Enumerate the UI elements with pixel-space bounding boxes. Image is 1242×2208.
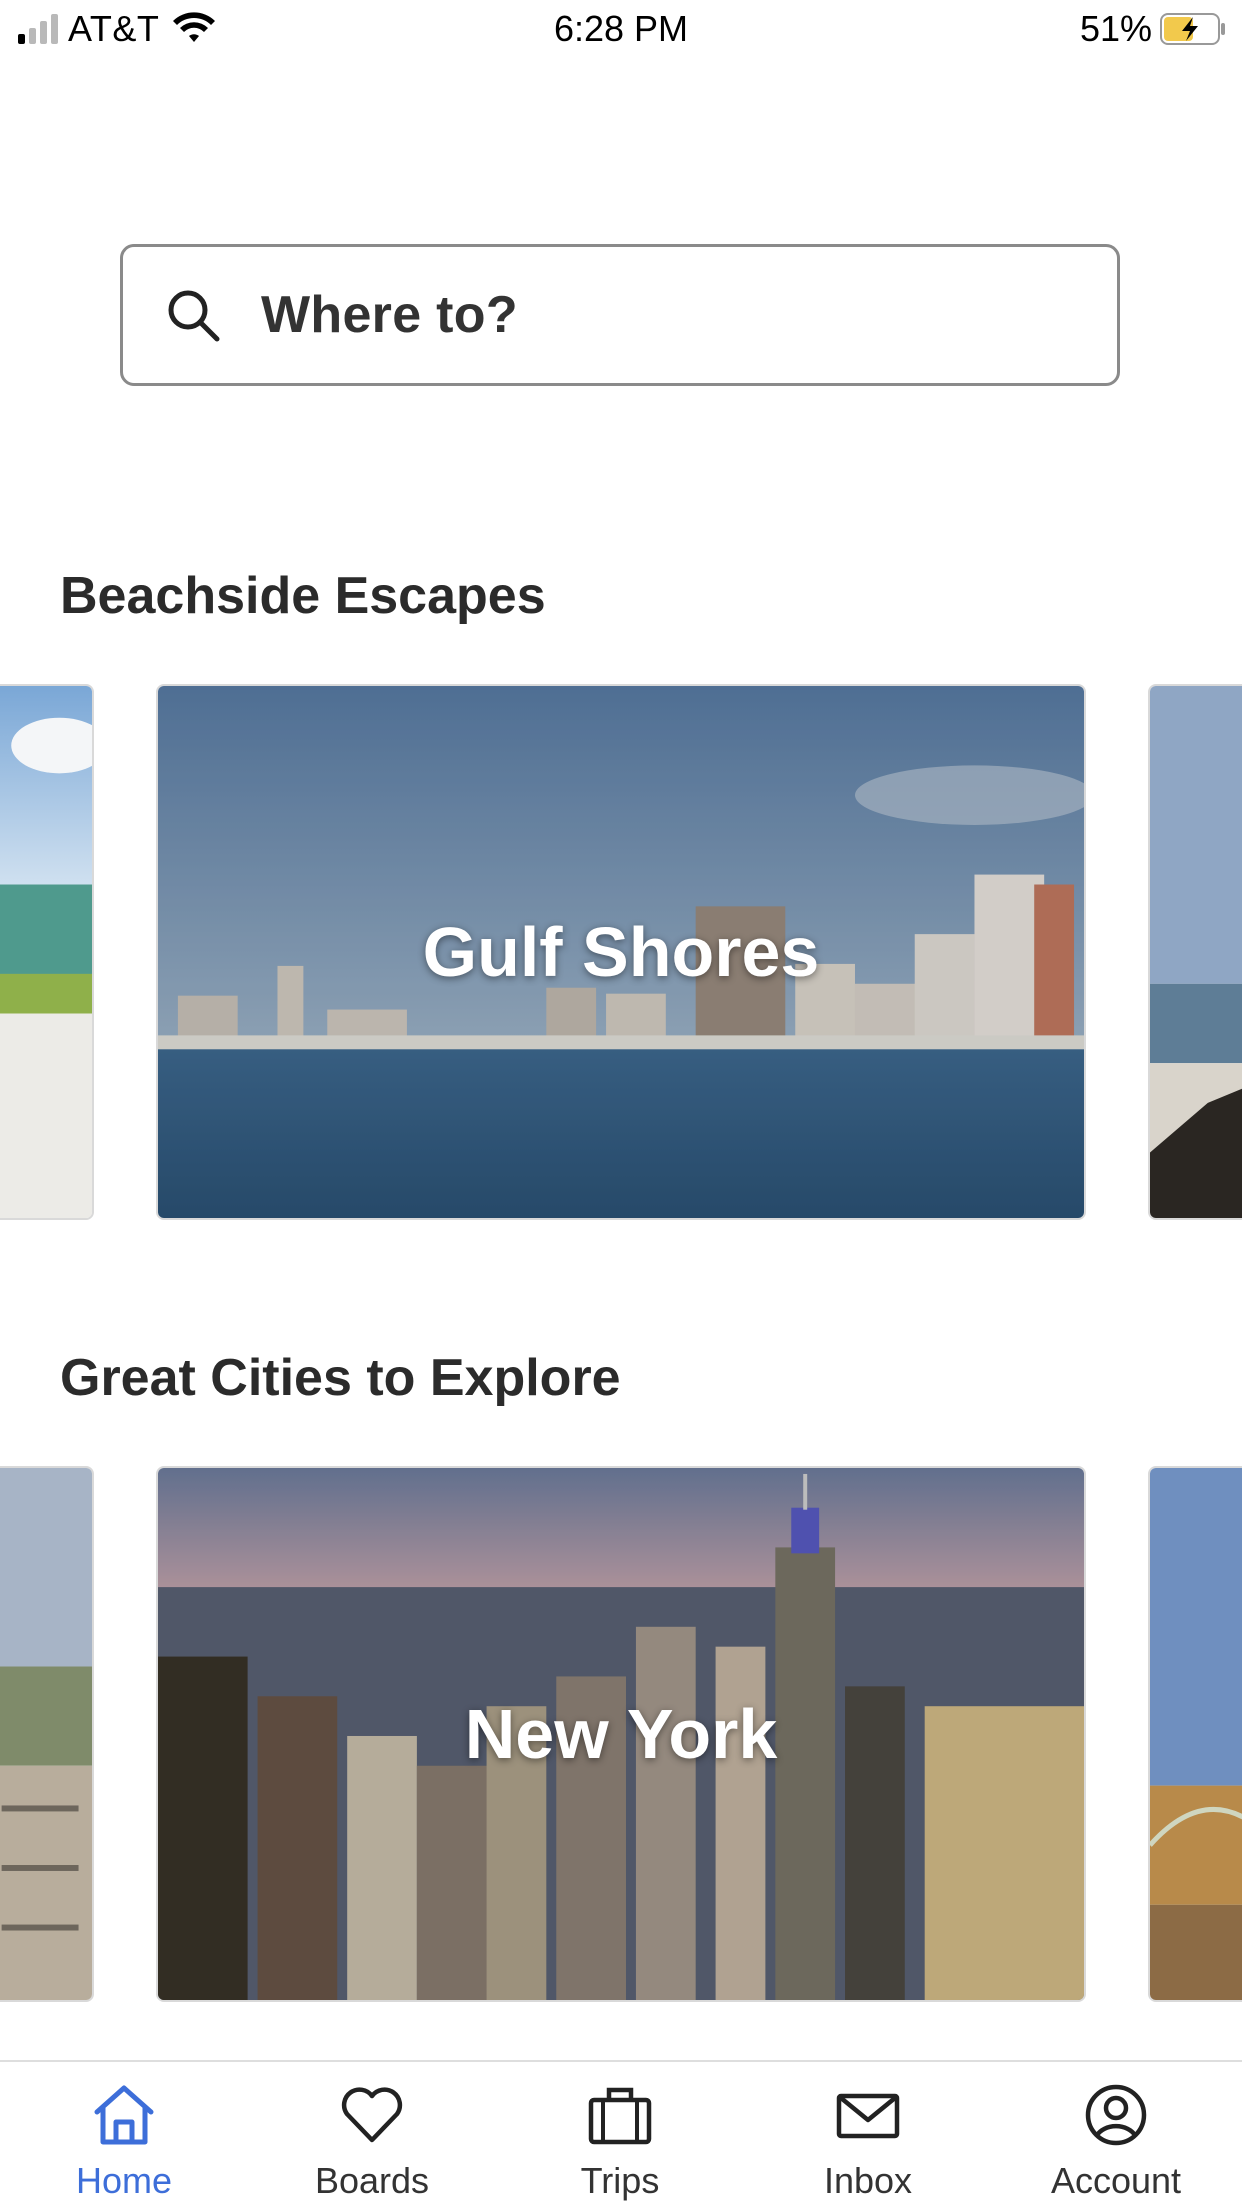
heart-icon	[341, 2087, 403, 2143]
search-input[interactable]: Where to?	[120, 244, 1120, 386]
bottom-tab-bar: Home Boards Trips Inbox Account	[0, 2060, 1242, 2208]
tab-trips[interactable]: Trips	[520, 2080, 720, 2202]
card-gulf-shores[interactable]: Gulf Shores	[156, 684, 1086, 1220]
battery-charging-icon	[1160, 13, 1225, 45]
tab-home[interactable]: Home	[24, 2080, 224, 2202]
card-beach-next[interactable]	[1148, 684, 1242, 1220]
home-icon	[94, 2085, 154, 2145]
card-new-york[interactable]: New York	[156, 1466, 1086, 2002]
beach-photo	[1150, 686, 1242, 1218]
tab-label-inbox: Inbox	[823, 2160, 913, 2201]
status-time: 6:28 PM	[553, 8, 689, 49]
search-icon	[168, 290, 220, 342]
beach-photo	[0, 686, 92, 1218]
app-screen: AT&T 6:28 PM 51% Where to? Beachside Esc…	[0, 0, 1242, 2208]
section-title-beachside: Beachside Escapes	[60, 567, 546, 625]
envelope-icon	[836, 2093, 900, 2139]
tab-label-home: Home	[75, 2160, 173, 2201]
section-title-cities: Great Cities to Explore	[60, 1349, 621, 1407]
status-right: 51%	[1080, 8, 1226, 50]
status-bar: AT&T 6:28 PM 51%	[0, 0, 1242, 60]
tab-label-account: Account	[1050, 2160, 1182, 2201]
search-placeholder: Where to?	[261, 286, 518, 344]
tab-inbox[interactable]: Inbox	[768, 2080, 968, 2202]
card-city-next[interactable]	[1148, 1466, 1242, 2002]
card-beach-prev[interactable]	[0, 684, 94, 1220]
battery-percent: 51%	[1079, 8, 1152, 49]
tab-account[interactable]: Account	[1016, 2080, 1216, 2202]
suitcase-icon	[588, 2087, 652, 2145]
tab-boards[interactable]: Boards	[272, 2080, 472, 2202]
user-circle-icon	[1085, 2084, 1147, 2146]
city-photo	[0, 1468, 92, 2000]
card-city-prev[interactable]	[0, 1466, 94, 2002]
card-title-new-york: New York	[464, 1695, 778, 1773]
tab-label-boards: Boards	[314, 2160, 430, 2201]
tab-label-trips: Trips	[580, 2160, 660, 2201]
card-title-gulf-shores: Gulf Shores	[422, 913, 820, 991]
city-photo	[1150, 1468, 1242, 2000]
